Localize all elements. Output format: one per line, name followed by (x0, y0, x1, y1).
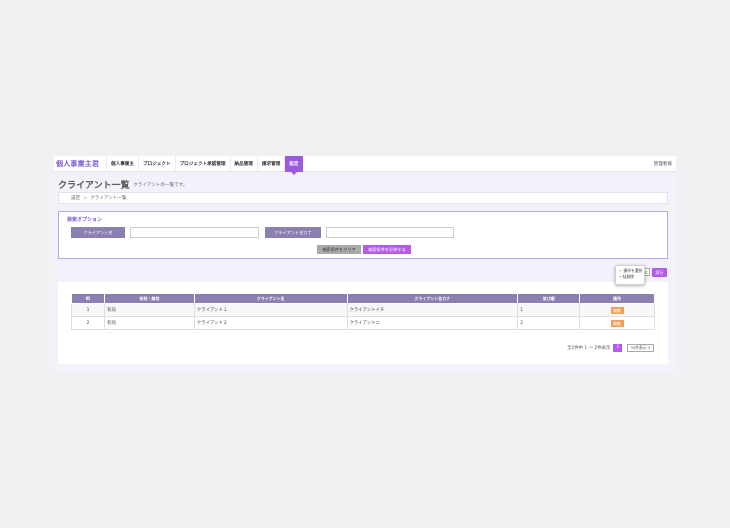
page-subtitle: クライアントの一覧です。 (133, 183, 188, 188)
client-table-panel: ID 有効・無効 クライアント名 クライアント名カナ 並び順 操作 1 有効 ク… (58, 282, 668, 364)
column-header-status[interactable]: 有効・無効 (103, 293, 195, 304)
cell-order: 2 (517, 316, 581, 330)
client-table: ID 有効・無効 クライアント名 クライアント名カナ 並び順 操作 1 有効 ク… (71, 293, 655, 330)
cell-id: 1 (71, 303, 105, 317)
user-menu[interactable]: 管理者様 (654, 161, 672, 167)
nav-item-sole-proprietor[interactable]: 個人事業主 (106, 156, 138, 172)
cell-client-kana: クライアントイチ (346, 303, 519, 317)
nav-item-projects[interactable]: プロジェクト (137, 156, 175, 172)
breadcrumb-current: クライアント一覧 (90, 196, 127, 201)
client-name-input[interactable] (130, 227, 259, 238)
column-header-client-name[interactable]: クライアント名 (193, 293, 348, 304)
per-page-select[interactable]: 30件表示 ⇕ (627, 344, 654, 352)
column-header-actions: 操作 (579, 293, 655, 304)
nav-item-billing[interactable]: 請求管理 (256, 156, 284, 172)
nav-item-settings[interactable]: 設定 (284, 156, 303, 175)
cell-client-name: クライアント１ (193, 303, 348, 317)
app-window: 個人事業主君 個人事業主 プロジェクト プロジェクト承認管理 納品管理 請求管理… (54, 156, 676, 372)
column-header-client-kana[interactable]: クライアント名カナ (346, 293, 519, 304)
pagination: 全2件中 1 〜 2件表示 1 30件表示 ⇕ (567, 344, 654, 352)
breadcrumb: 設定 > クライアント一覧 (58, 192, 668, 204)
table-row: 2 有効 クライアント２ クライアントニ 2 編集 (71, 316, 655, 330)
column-header-id[interactable]: ID (71, 293, 105, 304)
cell-actions: 編集 (579, 316, 655, 330)
pagination-summary: 全2件中 1 〜 2件表示 (567, 346, 611, 351)
edit-button[interactable]: 編集 (610, 306, 624, 314)
nav-item-project-approval[interactable]: プロジェクト承認管理 (174, 156, 230, 172)
cell-order: 1 (517, 303, 581, 317)
cell-status: 有効 (103, 316, 195, 330)
client-kana-input[interactable] (326, 227, 454, 238)
nav-menu: 個人事業主 プロジェクト プロジェクト承認管理 納品管理 請求管理 設定 (106, 156, 303, 175)
cell-client-kana: クライアントニ (346, 316, 519, 330)
client-kana-label: クライアント名カナ (265, 227, 321, 238)
search-options-panel: 検索オプション クライアント名 クライアント名カナ 検索条件をクリア 検索条件を… (58, 211, 668, 259)
breadcrumb-settings-link[interactable]: 設定 (71, 195, 80, 201)
breadcrumb-separator: > (83, 195, 88, 201)
edit-button[interactable]: 編集 (610, 319, 624, 327)
cell-status: 有効 (103, 303, 195, 317)
run-bulk-action-button[interactable]: 実行 (652, 268, 667, 277)
top-navigation: 個人事業主君 個人事業主 プロジェクト プロジェクト承認管理 納品管理 請求管理… (54, 156, 676, 175)
search-options-heading: 検索オプション (67, 217, 103, 223)
table-row: 1 有効 クライアント１ クライアントイチ 1 編集 (71, 303, 655, 317)
page-title: クライアント一覧 (58, 181, 130, 191)
apply-search-button[interactable]: 検索条件を反映する (363, 245, 411, 254)
table-header-row: ID 有効・無効 クライアント名 クライアント名カナ 並び順 操作 (71, 293, 655, 304)
brand-logo[interactable]: 個人事業主君 (56, 159, 99, 169)
bulk-action-dropdown-menu: ✓ 操作を選択 一括削除 (615, 265, 645, 285)
cell-actions: 編集 (579, 303, 655, 317)
page-number-current[interactable]: 1 (613, 344, 623, 352)
cell-client-name: クライアント２ (193, 316, 348, 330)
clear-search-button[interactable]: 検索条件をクリア (317, 245, 361, 254)
client-name-label: クライアント名 (71, 227, 125, 238)
cell-id: 2 (71, 316, 105, 330)
nav-item-delivery[interactable]: 納品管理 (229, 156, 257, 172)
bulk-option-delete[interactable]: 一括削除 (619, 274, 641, 280)
column-header-order[interactable]: 並び順 (517, 293, 581, 304)
